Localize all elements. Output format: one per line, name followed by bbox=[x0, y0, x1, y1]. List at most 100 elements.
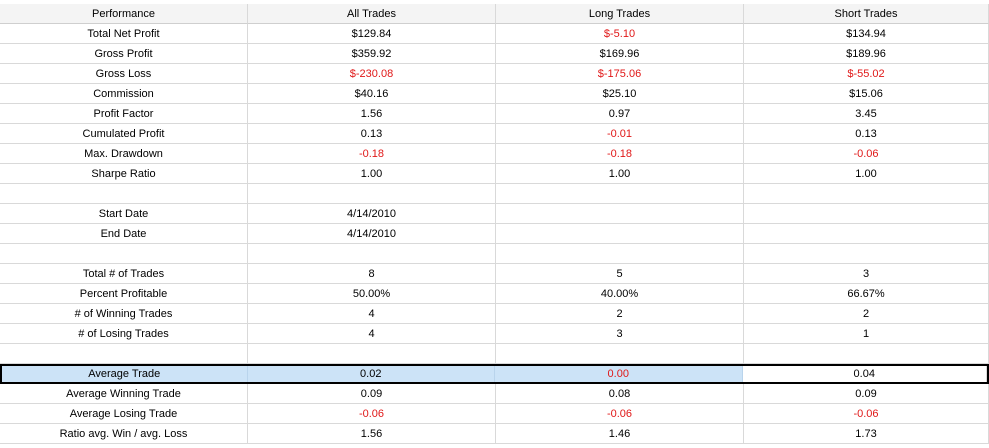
all-trades-cell[interactable]: -0.18 bbox=[248, 144, 496, 164]
row-label[interactable]: # of Losing Trades bbox=[0, 324, 248, 344]
all-trades-cell[interactable]: 0.13 bbox=[248, 124, 496, 144]
long-trades-cell[interactable]: $-5.10 bbox=[496, 24, 744, 44]
table-row[interactable]: Average Trade 0.02 0.00 0.04 bbox=[0, 364, 989, 384]
short-trades-cell[interactable]: 3 bbox=[744, 264, 989, 284]
table-row[interactable]: Profit Factor 1.56 0.97 3.45 bbox=[0, 104, 989, 124]
long-trades-cell[interactable]: 0.00 bbox=[495, 366, 743, 382]
long-trades-cell[interactable]: 3 bbox=[496, 324, 744, 344]
all-trades-cell[interactable]: $40.16 bbox=[248, 84, 496, 104]
all-trades-cell[interactable]: 0.02 bbox=[247, 366, 495, 382]
all-trades-cell[interactable]: $129.84 bbox=[248, 24, 496, 44]
table-row[interactable]: Gross Loss $-230.08 $-175.06 $-55.02 bbox=[0, 64, 989, 84]
row-label[interactable] bbox=[0, 344, 248, 364]
row-label[interactable]: Total Net Profit bbox=[0, 24, 248, 44]
row-label[interactable]: Average Losing Trade bbox=[0, 404, 248, 424]
all-trades-cell[interactable] bbox=[248, 184, 496, 204]
short-trades-cell[interactable]: $134.94 bbox=[744, 24, 989, 44]
table-row[interactable] bbox=[0, 244, 989, 264]
short-trades-cell[interactable]: 3.45 bbox=[744, 104, 989, 124]
all-trades-cell[interactable]: $359.92 bbox=[248, 44, 496, 64]
all-trades-cell[interactable]: 50.00% bbox=[248, 284, 496, 304]
long-trades-cell[interactable]: -0.01 bbox=[496, 124, 744, 144]
long-trades-cell[interactable] bbox=[496, 244, 744, 264]
long-trades-cell[interactable]: 1.00 bbox=[496, 164, 744, 184]
row-label[interactable]: End Date bbox=[0, 224, 248, 244]
row-label[interactable] bbox=[0, 184, 248, 204]
long-trades-cell[interactable]: $25.10 bbox=[496, 84, 744, 104]
long-trades-cell[interactable]: 40.00% bbox=[496, 284, 744, 304]
long-trades-cell[interactable]: 1.46 bbox=[496, 424, 744, 444]
table-row[interactable]: Total # of Trades 8 5 3 bbox=[0, 264, 989, 284]
long-trades-cell[interactable] bbox=[496, 184, 744, 204]
short-trades-cell[interactable]: -0.06 bbox=[744, 144, 989, 164]
row-label[interactable]: Gross Profit bbox=[0, 44, 248, 64]
short-trades-cell[interactable]: 0.04 bbox=[742, 366, 987, 382]
table-row[interactable]: Start Date 4/14/2010 bbox=[0, 204, 989, 224]
table-row[interactable]: Ratio avg. Win / avg. Loss 1.56 1.46 1.73 bbox=[0, 424, 989, 444]
table-row[interactable]: Average Losing Trade -0.06 -0.06 -0.06 bbox=[0, 404, 989, 424]
long-trades-cell[interactable] bbox=[496, 204, 744, 224]
short-trades-cell[interactable]: $15.06 bbox=[744, 84, 989, 104]
table-row[interactable]: Max. Drawdown -0.18 -0.18 -0.06 bbox=[0, 144, 989, 164]
short-trades-cell[interactable]: 2 bbox=[744, 304, 989, 324]
short-trades-cell[interactable]: 1 bbox=[744, 324, 989, 344]
row-label[interactable]: Percent Profitable bbox=[0, 284, 248, 304]
long-trades-cell[interactable]: -0.06 bbox=[496, 404, 744, 424]
short-trades-cell[interactable] bbox=[744, 344, 989, 364]
short-trades-cell[interactable]: 1.73 bbox=[744, 424, 989, 444]
table-row[interactable]: Percent Profitable 50.00% 40.00% 66.67% bbox=[0, 284, 989, 304]
table-row[interactable]: Sharpe Ratio 1.00 1.00 1.00 bbox=[0, 164, 989, 184]
all-trades-cell[interactable]: 4 bbox=[248, 304, 496, 324]
table-row[interactable]: Commission $40.16 $25.10 $15.06 bbox=[0, 84, 989, 104]
short-trades-cell[interactable]: -0.06 bbox=[744, 404, 989, 424]
table-row[interactable]: Gross Profit $359.92 $169.96 $189.96 bbox=[0, 44, 989, 64]
row-label[interactable]: Gross Loss bbox=[0, 64, 248, 84]
long-trades-cell[interactable]: 0.08 bbox=[496, 384, 744, 404]
header-performance[interactable]: Performance bbox=[0, 4, 248, 24]
short-trades-cell[interactable] bbox=[744, 184, 989, 204]
row-label[interactable]: Total # of Trades bbox=[0, 264, 248, 284]
all-trades-cell[interactable]: 4/14/2010 bbox=[248, 224, 496, 244]
row-label[interactable]: Sharpe Ratio bbox=[0, 164, 248, 184]
all-trades-cell[interactable] bbox=[248, 244, 496, 264]
long-trades-cell[interactable]: -0.18 bbox=[496, 144, 744, 164]
row-label[interactable]: Average Winning Trade bbox=[0, 384, 248, 404]
all-trades-cell[interactable]: -0.06 bbox=[248, 404, 496, 424]
short-trades-cell[interactable]: 0.09 bbox=[744, 384, 989, 404]
long-trades-cell[interactable] bbox=[496, 224, 744, 244]
short-trades-cell[interactable] bbox=[744, 244, 989, 264]
row-label[interactable]: Profit Factor bbox=[0, 104, 248, 124]
long-trades-cell[interactable]: $169.96 bbox=[496, 44, 744, 64]
table-row[interactable]: # of Winning Trades 4 2 2 bbox=[0, 304, 989, 324]
short-trades-cell[interactable]: 0.13 bbox=[744, 124, 989, 144]
all-trades-cell[interactable]: $-230.08 bbox=[248, 64, 496, 84]
all-trades-cell[interactable]: 8 bbox=[248, 264, 496, 284]
all-trades-cell[interactable]: 1.56 bbox=[248, 104, 496, 124]
short-trades-cell[interactable]: 1.00 bbox=[744, 164, 989, 184]
short-trades-cell[interactable] bbox=[744, 204, 989, 224]
all-trades-cell[interactable]: 0.09 bbox=[248, 384, 496, 404]
table-row[interactable]: # of Losing Trades 4 3 1 bbox=[0, 324, 989, 344]
row-label[interactable]: # of Winning Trades bbox=[0, 304, 248, 324]
table-row[interactable]: Average Winning Trade 0.09 0.08 0.09 bbox=[0, 384, 989, 404]
long-trades-cell[interactable]: 5 bbox=[496, 264, 744, 284]
table-row[interactable]: Total Net Profit $129.84 $-5.10 $134.94 bbox=[0, 24, 989, 44]
row-label[interactable]: Commission bbox=[0, 84, 248, 104]
all-trades-cell[interactable]: 4 bbox=[248, 324, 496, 344]
table-row[interactable] bbox=[0, 184, 989, 204]
long-trades-cell[interactable]: $-175.06 bbox=[496, 64, 744, 84]
header-all-trades[interactable]: All Trades bbox=[248, 4, 496, 24]
short-trades-cell[interactable]: 66.67% bbox=[744, 284, 989, 304]
row-label[interactable]: Cumulated Profit bbox=[0, 124, 248, 144]
row-label[interactable]: Ratio avg. Win / avg. Loss bbox=[0, 424, 248, 444]
short-trades-cell[interactable]: $-55.02 bbox=[744, 64, 989, 84]
short-trades-cell[interactable]: $189.96 bbox=[744, 44, 989, 64]
header-long-trades[interactable]: Long Trades bbox=[496, 4, 744, 24]
row-label[interactable]: Start Date bbox=[0, 204, 248, 224]
long-trades-cell[interactable]: 0.97 bbox=[496, 104, 744, 124]
all-trades-cell[interactable] bbox=[248, 344, 496, 364]
all-trades-cell[interactable]: 4/14/2010 bbox=[248, 204, 496, 224]
row-label[interactable] bbox=[0, 244, 248, 264]
long-trades-cell[interactable] bbox=[496, 344, 744, 364]
row-label[interactable]: Average Trade bbox=[2, 366, 248, 382]
